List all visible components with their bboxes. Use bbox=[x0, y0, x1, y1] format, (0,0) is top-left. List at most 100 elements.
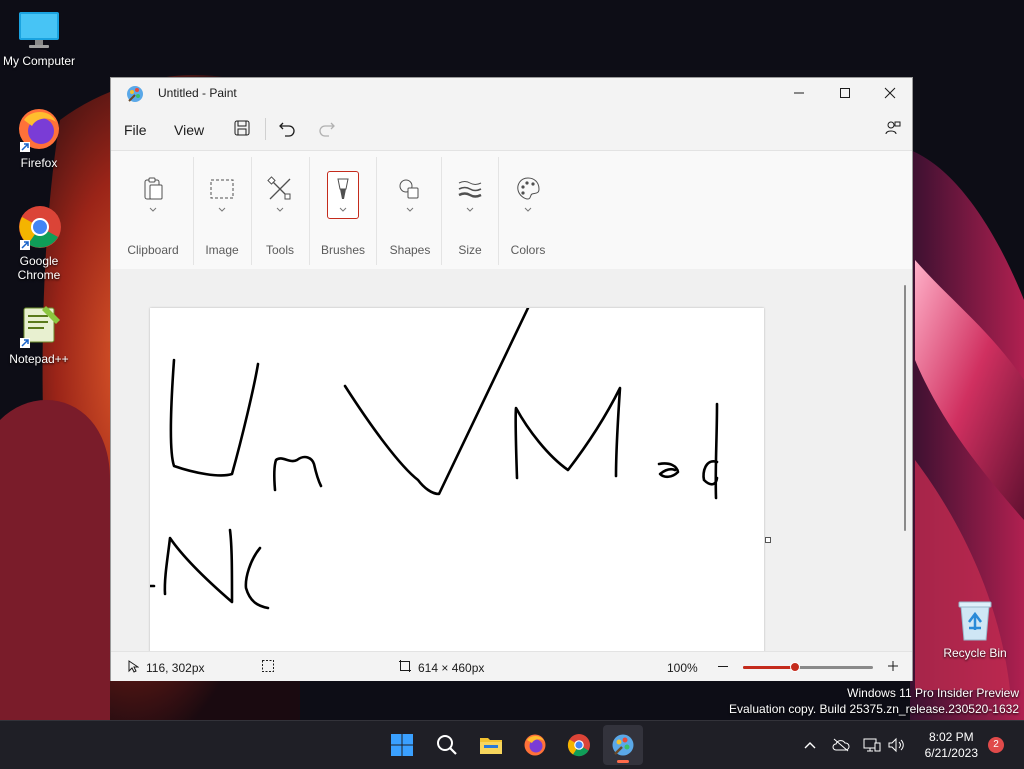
brush-icon bbox=[337, 178, 349, 199]
chevron-down-icon bbox=[339, 207, 347, 212]
status-bar: 116, 302px 614 × 460px 100% bbox=[111, 651, 912, 681]
image-label: Image bbox=[205, 243, 239, 257]
chevron-down-icon bbox=[276, 207, 284, 212]
menu-divider bbox=[265, 118, 266, 140]
zoom-in-icon[interactable] bbox=[887, 660, 899, 672]
recycle-bin-icon bbox=[958, 601, 992, 641]
title-bar[interactable]: Untitled - Paint bbox=[111, 78, 912, 108]
zoom-slider[interactable] bbox=[743, 662, 873, 672]
clock-time: 8:02 PM bbox=[928, 730, 974, 744]
cursor-position: 116, 302px bbox=[146, 661, 205, 675]
window-title: Untitled - Paint bbox=[158, 86, 237, 100]
ribbon-separator bbox=[193, 157, 194, 265]
file-menu[interactable]: File bbox=[124, 122, 147, 138]
chevron-down-icon bbox=[406, 207, 414, 212]
desktop-icon-label: Notepad++ bbox=[9, 352, 69, 366]
colors-group[interactable]: Colors bbox=[502, 151, 554, 269]
save-icon[interactable] bbox=[233, 119, 251, 137]
zoom-slider-fill bbox=[743, 666, 795, 669]
paint-taskbar-button[interactable] bbox=[603, 725, 643, 765]
brushes-group[interactable]: Brushes bbox=[313, 151, 373, 269]
desktop-icon-label: Google Chrome bbox=[17, 254, 61, 282]
firefox-icon bbox=[19, 109, 59, 152]
chevron-down-icon bbox=[218, 207, 226, 212]
maximize-button[interactable] bbox=[822, 78, 868, 108]
shapes-icon bbox=[399, 179, 419, 199]
notification-badge[interactable]: 2 bbox=[988, 737, 1004, 753]
drawing-canvas[interactable] bbox=[150, 308, 764, 651]
ribbon-separator bbox=[376, 157, 377, 265]
paint-app-icon bbox=[127, 86, 143, 102]
account-settings-icon[interactable] bbox=[884, 119, 902, 137]
volume-icon bbox=[888, 737, 904, 753]
network-button[interactable] bbox=[861, 721, 883, 769]
colors-label: Colors bbox=[510, 243, 546, 257]
paint-window: Untitled - Paint File View Clipboard Ima… bbox=[110, 77, 913, 681]
start-icon bbox=[391, 734, 413, 756]
selection-size-icon bbox=[262, 660, 274, 672]
zoom-percentage: 100% bbox=[667, 661, 698, 675]
desktop-icon-google-chrome[interactable]: Google Chrome bbox=[1, 204, 77, 282]
ribbon-separator bbox=[441, 157, 442, 265]
chrome-icon bbox=[19, 206, 61, 250]
file-explorer-button[interactable] bbox=[471, 725, 511, 765]
clipboard-label: Clipboard bbox=[127, 243, 179, 257]
undo-icon[interactable] bbox=[278, 119, 296, 137]
maximize-icon bbox=[840, 88, 850, 98]
notepad-plus-plus-icon bbox=[20, 306, 60, 348]
image-group[interactable]: Image bbox=[197, 151, 247, 269]
desktop-icon-label: My Computer bbox=[2, 54, 76, 68]
search-icon bbox=[437, 735, 457, 755]
desktop-icon-label: Firefox bbox=[20, 156, 58, 170]
canvas-size: 614 × 460px bbox=[418, 661, 485, 675]
menu-bar: File View bbox=[111, 112, 912, 146]
desktop-icon-label: Recycle Bin bbox=[943, 646, 1007, 660]
view-menu[interactable]: View bbox=[174, 122, 204, 138]
file-explorer-icon bbox=[480, 738, 502, 754]
firefox-taskbar-button[interactable] bbox=[515, 725, 555, 765]
clock-date: 6/21/2023 bbox=[924, 746, 978, 760]
firefox-icon bbox=[524, 734, 546, 756]
handwritten-strokes bbox=[150, 308, 719, 610]
stroke-size-icon bbox=[458, 181, 482, 198]
start-button[interactable] bbox=[382, 725, 422, 765]
tools-group[interactable]: Tools bbox=[255, 151, 305, 269]
active-app-indicator bbox=[617, 760, 629, 763]
pointer-icon bbox=[128, 660, 139, 673]
redo-icon[interactable] bbox=[318, 119, 336, 137]
desktop-icon-my-computer[interactable]: My Computer bbox=[1, 10, 77, 68]
minimize-button[interactable] bbox=[776, 78, 822, 108]
shapes-group[interactable]: Shapes bbox=[380, 151, 440, 269]
chevron-down-icon bbox=[149, 207, 157, 212]
close-button[interactable] bbox=[867, 78, 913, 108]
zoom-out-icon[interactable] bbox=[717, 665, 729, 668]
ribbon-separator bbox=[309, 157, 310, 265]
zoom-slider-thumb[interactable] bbox=[790, 662, 800, 672]
onedrive-button[interactable] bbox=[829, 721, 853, 769]
close-icon bbox=[884, 87, 896, 99]
show-hidden-icons-button[interactable] bbox=[800, 721, 820, 769]
desktop-icon-notepad-plus-plus[interactable]: Notepad++ bbox=[1, 304, 77, 366]
size-group[interactable]: Size bbox=[445, 151, 495, 269]
chrome-taskbar-button[interactable] bbox=[559, 725, 599, 765]
shapes-label: Shapes bbox=[389, 243, 431, 257]
vertical-scrollbar[interactable] bbox=[904, 285, 906, 531]
tools-icon bbox=[267, 176, 291, 200]
size-label: Size bbox=[458, 243, 482, 257]
clipboard-group[interactable]: Clipboard bbox=[118, 151, 188, 269]
search-button[interactable] bbox=[427, 725, 467, 765]
canvas-size-icon bbox=[399, 660, 411, 672]
desktop-icon-firefox[interactable]: Firefox bbox=[1, 106, 77, 170]
watermark: Windows 11 Pro Insider Preview Evaluatio… bbox=[729, 686, 1019, 716]
clipboard-icon bbox=[144, 177, 163, 200]
palette-icon bbox=[517, 177, 540, 200]
chrome-icon bbox=[567, 734, 590, 757]
canvas-workspace bbox=[111, 269, 912, 651]
volume-button[interactable] bbox=[886, 721, 906, 769]
clock[interactable]: 8:02 PM 6/21/2023 bbox=[925, 729, 978, 761]
chevron-up-icon bbox=[804, 742, 816, 749]
canvas-resize-handle[interactable] bbox=[765, 537, 771, 543]
ribbon: Clipboard Image Tools Brushes Shapes Siz… bbox=[111, 150, 912, 270]
monitor-icon bbox=[19, 12, 59, 48]
desktop-icon-recycle-bin[interactable]: Recycle Bin bbox=[937, 598, 1013, 660]
